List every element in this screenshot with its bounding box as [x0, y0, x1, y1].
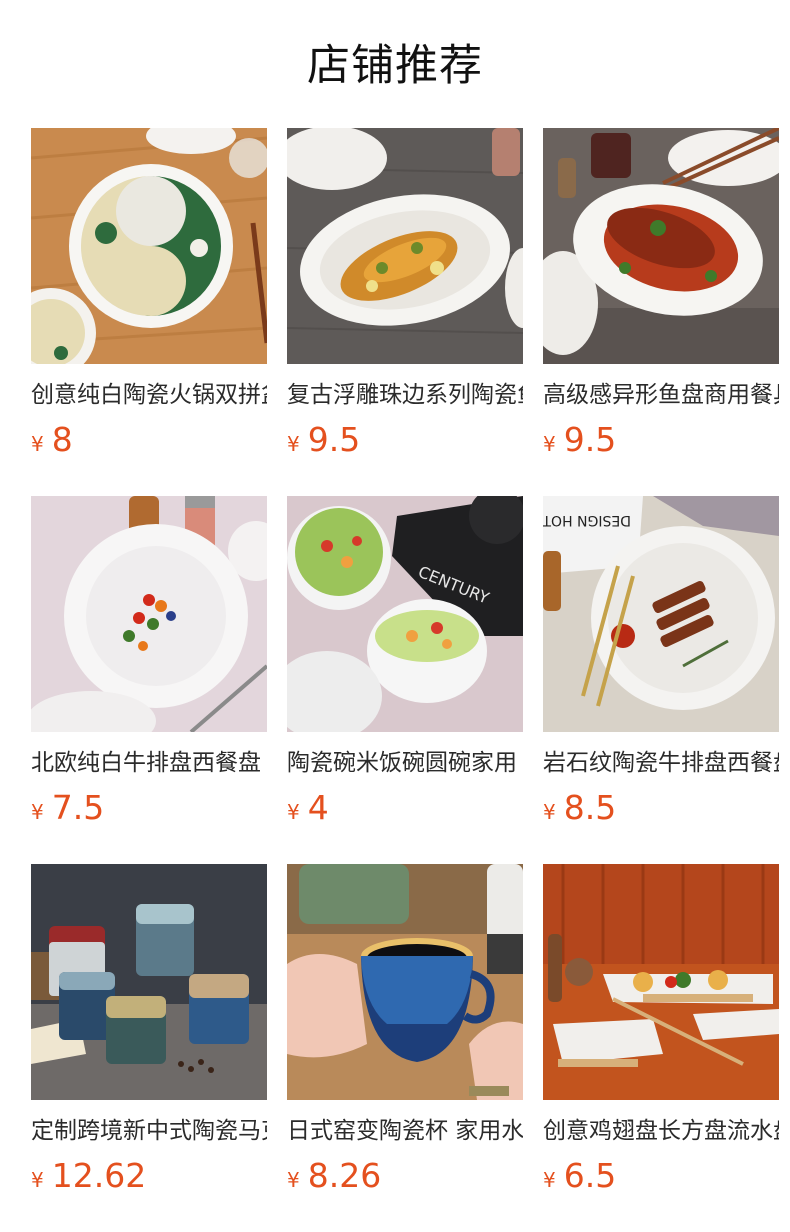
product-image-embossed-fish-plate[interactable]	[287, 128, 523, 364]
product-price: 9.5	[307, 420, 361, 459]
product-price-row: ¥9.5	[287, 418, 523, 462]
product-price: 4	[307, 788, 329, 827]
product-name[interactable]: 创意鸡翅盘长方盘流水盘	[543, 1114, 779, 1148]
currency-symbol: ¥	[543, 800, 556, 824]
product-name[interactable]: 高级感异形鱼盘商用餐具	[543, 378, 779, 412]
product-name[interactable]: 创意纯白陶瓷火锅双拼盆家用	[31, 378, 267, 412]
product-price-row: ¥9.5	[543, 418, 779, 462]
currency-symbol: ¥	[287, 800, 300, 824]
product-price-row: ¥7.5	[31, 786, 267, 830]
product-card[interactable]: 高级感异形鱼盘商用餐具 ¥9.5	[543, 128, 779, 496]
product-price: 7.5	[51, 788, 105, 827]
product-name[interactable]: 日式窑变陶瓷杯 家用水杯	[287, 1114, 523, 1148]
product-price-row: ¥8.5	[543, 786, 779, 830]
product-card[interactable]: DESIGN HOTELS 岩石纹陶瓷牛排盘西餐盘 ¥8.5	[543, 496, 779, 864]
currency-symbol: ¥	[287, 432, 300, 456]
product-card[interactable]: 定制跨境新中式陶瓷马克杯 ¥12.62	[31, 864, 267, 1232]
product-price: 8.26	[307, 1156, 382, 1195]
product-price-row: ¥4	[287, 786, 523, 830]
page-title: 店铺推荐	[307, 41, 483, 91]
product-card[interactable]: 创意鸡翅盘长方盘流水盘 ¥6.5	[543, 864, 779, 1232]
product-grid: 创意纯白陶瓷火锅双拼盆家用 ¥8	[31, 128, 779, 1232]
currency-symbol: ¥	[287, 1168, 300, 1192]
product-price-row: ¥6.5	[543, 1154, 779, 1198]
product-price-row: ¥8	[31, 418, 267, 462]
product-name[interactable]: 复古浮雕珠边系列陶瓷鱼盘	[287, 378, 523, 412]
product-image-glazed-mugs[interactable]	[31, 864, 267, 1100]
product-price: 8.5	[563, 788, 617, 827]
currency-symbol: ¥	[31, 1168, 44, 1192]
product-card[interactable]: 日式窑变陶瓷杯 家用水杯 ¥8.26	[287, 864, 523, 1232]
product-name[interactable]: 岩石纹陶瓷牛排盘西餐盘	[543, 746, 779, 780]
product-price-row: ¥8.26	[287, 1154, 523, 1198]
currency-symbol: ¥	[543, 432, 556, 456]
product-name[interactable]: 定制跨境新中式陶瓷马克杯	[31, 1114, 267, 1148]
product-image-blue-cup-hands[interactable]	[287, 864, 523, 1100]
product-price-row: ¥12.62	[31, 1154, 267, 1198]
product-image-salad-bowls[interactable]: CENTURY	[287, 496, 523, 732]
svg-text:DESIGN HOTELS: DESIGN HOTELS	[543, 512, 631, 528]
product-price: 12.62	[51, 1156, 147, 1195]
product-image-yin-yang-bowl[interactable]	[31, 128, 267, 364]
product-price: 9.5	[563, 420, 617, 459]
currency-symbol: ¥	[31, 432, 44, 456]
product-image-sushi-plates[interactable]	[543, 864, 779, 1100]
product-image-scalloped-plate[interactable]	[31, 496, 267, 732]
product-image-braised-fish-plate[interactable]	[543, 128, 779, 364]
currency-symbol: ¥	[543, 1168, 556, 1192]
product-card[interactable]: 北欧纯白牛排盘西餐盘 ¥7.5	[31, 496, 267, 864]
product-price: 8	[51, 420, 73, 459]
product-name[interactable]: 陶瓷碗米饭碗圆碗家用	[287, 746, 523, 780]
product-card[interactable]: 创意纯白陶瓷火锅双拼盆家用 ¥8	[31, 128, 267, 496]
product-name[interactable]: 北欧纯白牛排盘西餐盘	[31, 746, 267, 780]
currency-symbol: ¥	[31, 800, 44, 824]
product-card[interactable]: CENTURY 陶瓷碗米饭碗圆碗家用 ¥4	[287, 496, 523, 864]
product-price: 6.5	[563, 1156, 617, 1195]
product-image-rock-texture-plate[interactable]: DESIGN HOTELS	[543, 496, 779, 732]
product-card[interactable]: 复古浮雕珠边系列陶瓷鱼盘 ¥9.5	[287, 128, 523, 496]
